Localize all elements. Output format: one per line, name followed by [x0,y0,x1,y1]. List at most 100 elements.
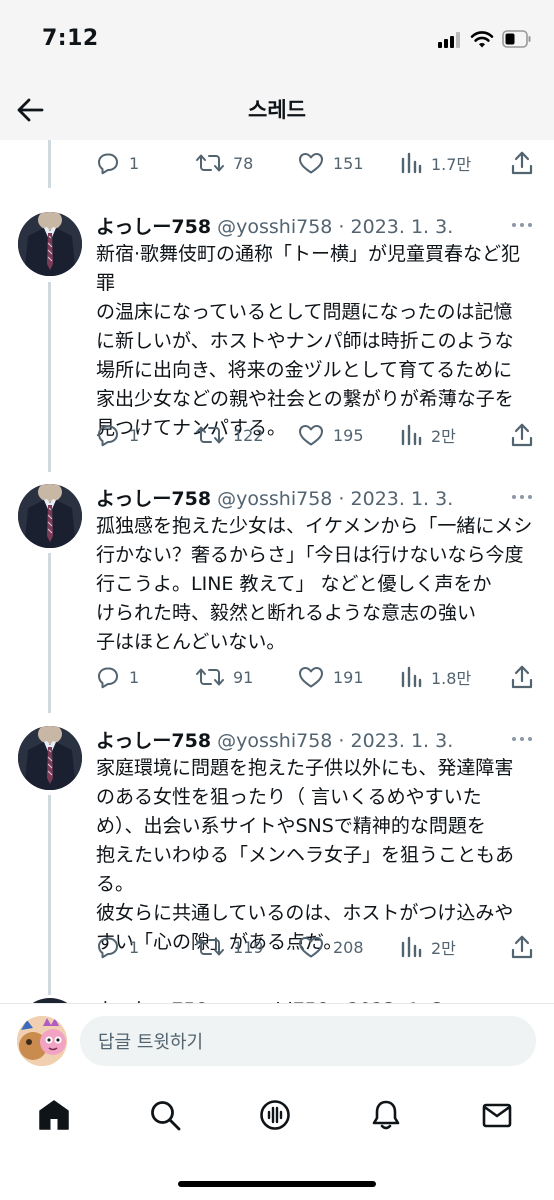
more-options-button[interactable] [510,495,534,503]
retweet-count: 119 [233,937,264,957]
bell-icon [372,1100,400,1130]
like-button[interactable]: 191 [298,662,364,692]
share-button[interactable] [510,662,534,692]
retweet-button[interactable]: 91 [196,662,253,692]
home-indicator [178,1181,376,1187]
share-icon [511,151,533,175]
views-button[interactable]: 1.7만 [400,148,471,178]
tweet-header: よっしー758 @yosshi758 · 2023. 1. 3. [96,726,453,752]
share-button[interactable] [510,420,534,450]
reply-button[interactable]: 1 [96,662,139,692]
status-bar: 7:12 [0,0,554,80]
retweet-button[interactable]: 119 [196,932,264,962]
reply-count: 1 [129,667,140,687]
avatar[interactable] [18,212,82,276]
reply-icon [98,937,118,959]
retweet-count: 91 [233,667,254,687]
tweet-text: 家庭環境に問題を抱えた子供以外にも、発達障害 のある女性を狙ったり（ 言いくるめ… [96,757,515,953]
reply-icon [98,425,118,447]
retweet-icon [196,668,224,686]
views-count: 2만 [431,939,456,958]
views-button[interactable]: 1.8만 [400,662,471,692]
avatar[interactable] [18,484,82,548]
reply-input-placeholder: 답글 트윗하기 [98,1032,204,1053]
heart-icon [299,937,323,958]
tweet-actions: 1 78 151 1.7만 [92,148,540,178]
signal-icon [438,32,464,48]
share-icon [511,935,533,959]
author-handle-date: @yosshi758 · 2023. 1. 3. [217,488,454,510]
heart-icon [299,425,323,446]
share-button[interactable] [510,148,534,178]
like-button[interactable]: 195 [298,420,364,450]
author-name[interactable]: よっしー758 [96,216,211,238]
top-nav-bar: 스레드 [0,80,554,140]
search-icon [151,1101,181,1131]
my-avatar[interactable] [17,1016,67,1066]
more-options-button[interactable] [510,737,534,745]
tweet-actions: 1 122 195 2만 [92,420,540,450]
tweet-actions: 1 91 191 1.8만 [92,662,540,692]
retweet-icon [196,426,224,444]
heart-icon [299,153,323,174]
views-button[interactable]: 2만 [400,932,456,962]
suit-person-avatar-icon [18,212,82,276]
suit-person-avatar-icon [18,726,82,790]
views-icon [401,666,422,688]
tweet-header: よっしー758 @yosshi758 · 2023. 1. 3. [96,484,453,510]
reply-icon [98,153,118,175]
author-name[interactable]: よっしー758 [96,488,211,510]
like-button[interactable]: 208 [298,932,364,962]
views-count: 2만 [431,427,456,446]
status-time: 7:12 [42,26,99,51]
like-button[interactable]: 151 [298,148,364,178]
views-count: 1.7만 [431,155,472,174]
tab-spaces[interactable] [253,1095,297,1135]
tab-search[interactable] [143,1095,187,1135]
reply-count: 1 [129,153,140,173]
views-count: 1.8만 [431,669,472,688]
reply-button[interactable]: 1 [96,148,139,178]
reply-button[interactable]: 1 [96,420,139,450]
home-icon [39,1100,69,1130]
wifi-icon [470,31,494,48]
battery-icon [502,30,531,48]
heart-icon [299,667,323,688]
cartoon-avatar-icon [17,1016,67,1066]
tab-notifications[interactable] [364,1095,408,1135]
thread-line [48,282,51,472]
like-count: 195 [333,425,364,445]
thread-line [48,795,51,995]
retweet-count: 122 [233,425,264,445]
page-title: 스레드 [248,98,306,122]
bottom-tab-bar [0,1079,554,1200]
reply-count: 1 [129,937,140,957]
share-icon [511,423,533,447]
retweet-icon [196,938,224,956]
like-count: 191 [333,667,364,687]
more-options-button[interactable] [510,223,534,231]
views-icon [401,936,422,958]
reply-button[interactable]: 1 [96,932,139,962]
suit-person-avatar-icon [18,484,82,548]
tab-messages[interactable] [475,1095,519,1135]
author-handle-date: @yosshi758 · 2023. 1. 3. [217,730,454,752]
views-icon [401,424,422,446]
retweet-button[interactable]: 78 [196,148,253,178]
share-button[interactable] [510,932,534,962]
retweet-count: 78 [233,153,254,173]
tab-home[interactable] [32,1095,76,1135]
retweet-button[interactable]: 122 [196,420,264,450]
share-icon [511,665,533,689]
avatar[interactable] [18,726,82,790]
thread-line [48,553,51,713]
author-handle-date: @yosshi758 · 2023. 1. 3. [217,216,454,238]
reply-input[interactable]: 답글 트윗하기 [80,1016,536,1066]
like-count: 151 [333,153,364,173]
tweet-text: 孤独感を抱えた少女は、イケメンから「一緒にメシ 行かない？奢るからさ」「今日は行… [96,515,533,653]
author-name[interactable]: よっしー758 [96,730,211,752]
like-count: 208 [333,937,364,957]
next-tweet-preview: よっしー758 @yosshi758 · 2023. 1. 3. [0,990,554,1004]
views-button[interactable]: 2만 [400,420,456,450]
thread-line [48,140,51,188]
